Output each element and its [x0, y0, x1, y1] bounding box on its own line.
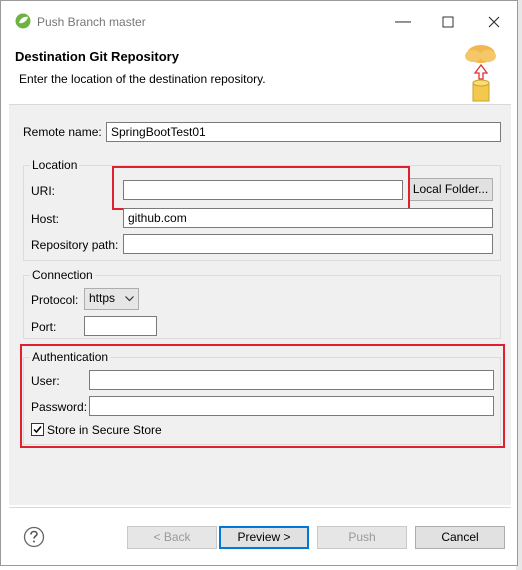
cancel-button[interactable]: Cancel [415, 526, 505, 549]
preview-button[interactable]: Preview > [219, 526, 309, 549]
eclipse-icon [15, 13, 31, 29]
banner-title: Destination Git Repository [15, 49, 179, 64]
remote-name-label: Remote name: [23, 125, 102, 139]
location-legend: Location [30, 158, 80, 172]
authentication-highlight-box [20, 344, 505, 448]
cloud-push-icon [465, 45, 496, 102]
push-branch-dialog: Push Branch master — Destination Git Rep… [0, 0, 518, 566]
protocol-value: https [89, 291, 116, 305]
port-input[interactable] [84, 316, 157, 336]
maximize-icon[interactable] [436, 10, 460, 34]
protocol-select[interactable]: https [84, 288, 139, 310]
remote-name-input[interactable]: SpringBootTest01 [106, 122, 501, 142]
repository-path-label: Repository path: [31, 238, 119, 252]
host-input[interactable]: github.com [123, 208, 493, 228]
title-bar: Push Branch master — [1, 1, 517, 45]
port-label: Port: [31, 320, 57, 334]
repository-path-input[interactable] [123, 234, 493, 254]
chevron-down-icon [125, 296, 134, 302]
protocol-label: Protocol: [31, 293, 79, 307]
uri-highlight-box [112, 166, 410, 210]
help-icon[interactable] [23, 526, 45, 548]
banner-description: Enter the location of the destination re… [19, 72, 266, 86]
close-icon[interactable] [482, 10, 506, 34]
minimize-icon[interactable]: — [391, 10, 415, 34]
back-button[interactable]: < Back [127, 526, 217, 549]
push-button[interactable]: Push [317, 526, 407, 549]
local-folder-button[interactable]: Local Folder... [408, 178, 493, 201]
connection-legend: Connection [30, 268, 95, 282]
uri-label: URI: [31, 184, 55, 198]
footer-separator [9, 507, 511, 508]
window-title: Push Branch master [37, 15, 146, 29]
host-label: Host: [31, 212, 60, 226]
